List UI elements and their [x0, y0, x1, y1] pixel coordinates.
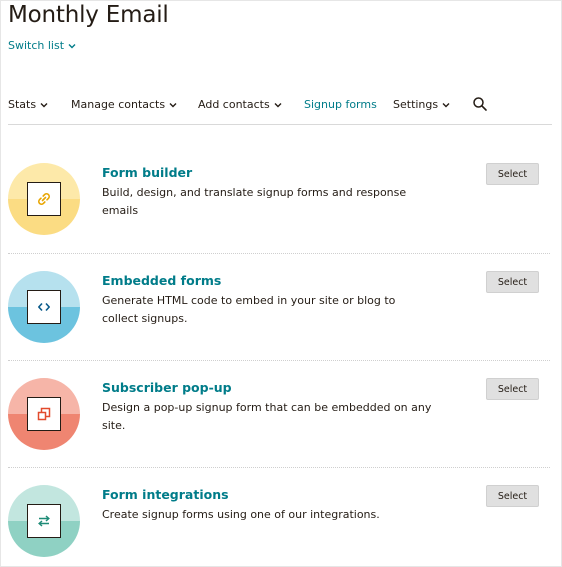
nav-manage-contacts[interactable]: Manage contacts — [71, 98, 178, 111]
form-builder-select-button[interactable]: Select — [486, 163, 539, 185]
embedded-forms-select-button[interactable]: Select — [486, 271, 539, 293]
embedded-forms-title[interactable]: Embedded forms — [102, 273, 221, 288]
code-icon — [27, 290, 61, 324]
switch-list-label: Switch list — [8, 39, 65, 52]
form-builder-title[interactable]: Form builder — [102, 165, 192, 180]
search-icon[interactable] — [472, 96, 488, 112]
link-icon — [27, 182, 61, 216]
switch-list-link[interactable]: Switch list — [8, 39, 77, 52]
form-builder-description: Build, design, and translate signup form… — [102, 186, 407, 217]
subscriber-popup-select-button[interactable]: Select — [486, 378, 539, 400]
divider — [8, 360, 550, 361]
nav-settings-label: Settings — [393, 98, 439, 111]
chevron-down-icon — [168, 100, 178, 110]
subscriber-popup-title[interactable]: Subscriber pop-up — [102, 380, 232, 395]
chevron-down-icon — [441, 100, 451, 110]
embedded-forms-description: Generate HTML code to embed in your site… — [102, 294, 396, 325]
nav-manage-contacts-label: Manage contacts — [71, 98, 166, 111]
divider — [8, 253, 550, 254]
chevron-down-icon — [273, 100, 283, 110]
nav-signup-forms-label: Signup forms — [304, 98, 377, 111]
popup-icon — [27, 397, 61, 431]
form-integrations-illustration — [8, 485, 80, 557]
divider — [8, 467, 550, 468]
form-integrations-select-button[interactable]: Select — [486, 485, 539, 507]
chevron-down-icon — [39, 100, 49, 110]
subscriber-popup-description: Design a pop-up signup form that can be … — [102, 401, 432, 432]
nav-signup-forms[interactable]: Signup forms — [304, 98, 377, 111]
form-integrations-description: Create signup forms using one of our int… — [102, 508, 380, 521]
subscriber-popup-illustration — [8, 378, 80, 450]
nav-settings[interactable]: Settings — [393, 98, 451, 111]
chevron-down-icon — [67, 41, 77, 51]
form-integrations-title[interactable]: Form integrations — [102, 487, 229, 502]
nav-stats-label: Stats — [8, 98, 37, 111]
list-nav: Stats Manage contacts Add contacts Signu… — [8, 96, 552, 125]
nav-stats[interactable]: Stats — [8, 98, 49, 111]
page-frame — [0, 0, 562, 567]
embedded-forms-illustration — [8, 271, 80, 343]
page-title: Monthly Email — [8, 2, 169, 28]
form-builder-illustration — [8, 163, 80, 235]
swap-arrows-icon — [27, 504, 61, 538]
nav-add-contacts-label: Add contacts — [198, 98, 270, 111]
nav-add-contacts[interactable]: Add contacts — [198, 98, 283, 111]
